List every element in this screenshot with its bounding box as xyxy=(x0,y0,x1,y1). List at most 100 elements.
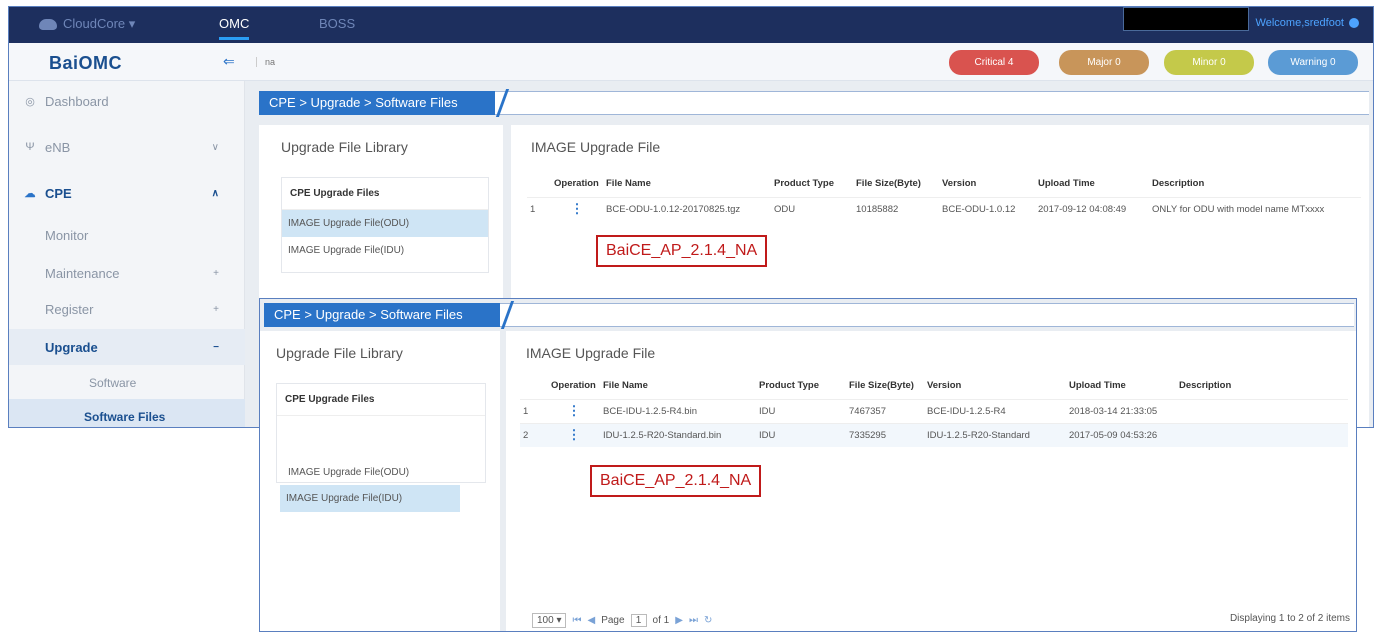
col-version: Version xyxy=(927,380,962,392)
plus-icon: + xyxy=(213,303,219,315)
top-nav-bar: CloudCore ▾ OMC BOSS Welcome,sredfoot xyxy=(9,7,1373,43)
prev-page-icon[interactable]: ◀ xyxy=(587,615,595,626)
col-description: Description xyxy=(1152,178,1205,190)
sidebar-item-upgrade[interactable]: Upgrade − xyxy=(9,329,245,365)
sidebar-label: Dashboard xyxy=(45,93,109,109)
col-operation: Operation xyxy=(551,380,596,392)
annotation-label: BaiCE_AP_2.1.4_NA xyxy=(596,235,768,267)
antenna-icon: Ψ xyxy=(25,141,35,153)
first-page-icon[interactable]: ⏮ xyxy=(572,615,581,626)
file-name: IDU-1.2.5-R20-Standard.bin xyxy=(600,422,756,447)
breadcrumb: CPE > Upgrade > Software Files xyxy=(264,303,500,327)
overlay-window: CPE > Upgrade > Software Files Upgrade F… xyxy=(259,298,1357,632)
col-operation: Operation xyxy=(554,178,599,190)
sidebar-label: Maintenance xyxy=(45,265,120,281)
alarm-major-button[interactable]: Major 0 xyxy=(1059,50,1149,75)
operation-menu-icon[interactable]: ⋮ xyxy=(548,398,600,423)
last-page-icon[interactable]: ⏭ xyxy=(689,615,698,626)
cloudcore-label: CloudCore ▾ xyxy=(63,16,136,31)
page-of-label: of 1 xyxy=(652,615,670,626)
file-name: BCE-IDU-1.2.5-R4.bin xyxy=(600,398,756,423)
table-row[interactable]: 1 ⋮ BCE-ODU-1.0.12-20170825.tgz ODU 1018… xyxy=(527,196,1361,221)
file-size: 7335295 xyxy=(846,422,924,447)
col-file-size: File Size(Byte) xyxy=(856,178,921,190)
header-na-text: na xyxy=(256,57,275,67)
files-header: CPE Upgrade Files xyxy=(282,178,488,210)
refresh-icon[interactable]: ↻ xyxy=(704,615,712,626)
sidebar: ◎ Dashboard Ψ eNB ∨ ☁ CPE ∧ Monitor Main… xyxy=(9,81,245,427)
sidebar-label: Register xyxy=(45,301,94,317)
cpe-files-list: CPE Upgrade Files IMAGE Upgrade File(ODU… xyxy=(281,177,489,273)
alarm-warning-button[interactable]: Warning 0 xyxy=(1268,50,1358,75)
row-number: 1 xyxy=(527,196,551,221)
col-upload-time: Upload Time xyxy=(1069,380,1126,392)
sidebar-item-monitor[interactable]: Monitor xyxy=(9,217,245,253)
page-size-select[interactable]: 100 ▾ xyxy=(532,613,567,628)
image-title: IMAGE Upgrade File xyxy=(531,139,661,155)
next-page-icon[interactable]: ▶ xyxy=(675,615,683,626)
settings-icon[interactable] xyxy=(1349,18,1359,28)
chevron-up-icon: ∧ xyxy=(211,187,219,199)
cloudcore-menu[interactable]: CloudCore ▾ xyxy=(39,16,135,32)
cloud-icon xyxy=(39,18,57,30)
pagination-summary: Displaying 1 to 2 of 2 items xyxy=(1230,613,1350,624)
file-type-odu[interactable]: IMAGE Upgrade File(ODU) xyxy=(282,210,488,237)
description: ONLY for ODU with model name MTxxxx xyxy=(1149,196,1361,221)
tab-omc[interactable]: OMC xyxy=(219,16,250,40)
product-type: ODU xyxy=(771,196,853,221)
sidebar-item-enb[interactable]: Ψ eNB ∨ xyxy=(9,129,245,165)
col-file-name: File Name xyxy=(603,380,648,392)
chevron-down-icon: ∨ xyxy=(211,141,219,153)
sidebar-item-software-files[interactable]: Software Files xyxy=(9,399,245,427)
table-row[interactable]: 2 ⋮ IDU-1.2.5-R20-Standard.bin IDU 73352… xyxy=(520,422,1348,447)
annotation-label: BaiCE_AP_2.1.4_NA xyxy=(590,465,762,497)
alarm-minor-button[interactable]: Minor 0 xyxy=(1164,50,1254,75)
table-header-row: Operation File Name Product Type File Si… xyxy=(527,171,1361,197)
collapse-sidebar-icon[interactable]: ⇐ xyxy=(223,53,235,70)
sidebar-label: Monitor xyxy=(45,227,89,243)
col-file-name: File Name xyxy=(606,178,651,190)
user-menu[interactable]: Welcome,sredfoot xyxy=(1256,17,1359,29)
operation-menu-icon[interactable]: ⋮ xyxy=(548,422,600,447)
col-file-size: File Size(Byte) xyxy=(849,380,914,392)
table-row[interactable]: 1 ⋮ BCE-IDU-1.2.5-R4.bin IDU 7467357 BCE… xyxy=(520,398,1348,423)
odu-table: Operation File Name Product Type File Si… xyxy=(527,171,1361,221)
file-type-odu[interactable]: IMAGE Upgrade File(ODU) xyxy=(282,459,462,486)
product-type: IDU xyxy=(756,398,846,423)
product-type: IDU xyxy=(756,422,846,447)
sidebar-label: Software Files xyxy=(84,410,166,424)
pagination-bar: 100 ▾ ⏮ ◀ Page 1 of 1 ▶ ⏭ ↻ xyxy=(532,613,712,628)
col-version: Version xyxy=(942,178,977,190)
idu-table: Operation File Name Product Type File Si… xyxy=(520,373,1348,447)
description xyxy=(1176,422,1348,447)
sidebar-item-maintenance[interactable]: Maintenance + xyxy=(9,255,245,291)
sidebar-label: Upgrade xyxy=(45,339,98,355)
file-size: 10185882 xyxy=(853,196,939,221)
upload-time: 2018-03-14 21:33:05 xyxy=(1066,398,1176,423)
file-type-idu[interactable]: IMAGE Upgrade File(IDU) xyxy=(280,485,460,512)
col-product-type: Product Type xyxy=(774,178,834,190)
version: BCE-ODU-1.0.12 xyxy=(939,196,1035,221)
operation-menu-icon[interactable]: ⋮ xyxy=(551,196,603,221)
tab-boss[interactable]: BOSS xyxy=(319,16,355,31)
col-description: Description xyxy=(1179,380,1232,392)
sidebar-item-software[interactable]: Software xyxy=(9,365,245,401)
col-product-type: Product Type xyxy=(759,380,819,392)
alarm-critical-button[interactable]: Critical 4 xyxy=(949,50,1039,75)
sidebar-item-dashboard[interactable]: ◎ Dashboard xyxy=(9,83,245,119)
plus-icon: + xyxy=(213,267,219,279)
sidebar-item-register[interactable]: Register + xyxy=(9,291,245,327)
upload-time: 2017-09-12 04:08:49 xyxy=(1035,196,1149,221)
files-header: CPE Upgrade Files xyxy=(277,384,485,416)
file-type-idu[interactable]: IMAGE Upgrade File(IDU) xyxy=(282,237,488,264)
cpe-icon: ☁ xyxy=(24,187,36,200)
welcome-text: Welcome,sredfoot xyxy=(1255,17,1344,29)
dashboard-icon: ◎ xyxy=(25,95,35,108)
sidebar-label: CPE xyxy=(45,185,72,201)
redacted-box xyxy=(1123,7,1249,31)
display-count: Displaying 1 to 2 of 2 items xyxy=(1229,613,1350,624)
app-header: BaiOMC ⇐ na Critical 4 Major 0 Minor 0 W… xyxy=(9,43,1373,81)
table-header-row: Operation File Name Product Type File Si… xyxy=(520,373,1348,399)
page-input[interactable]: 1 xyxy=(630,614,647,627)
sidebar-item-cpe[interactable]: ☁ CPE ∧ xyxy=(9,175,245,211)
